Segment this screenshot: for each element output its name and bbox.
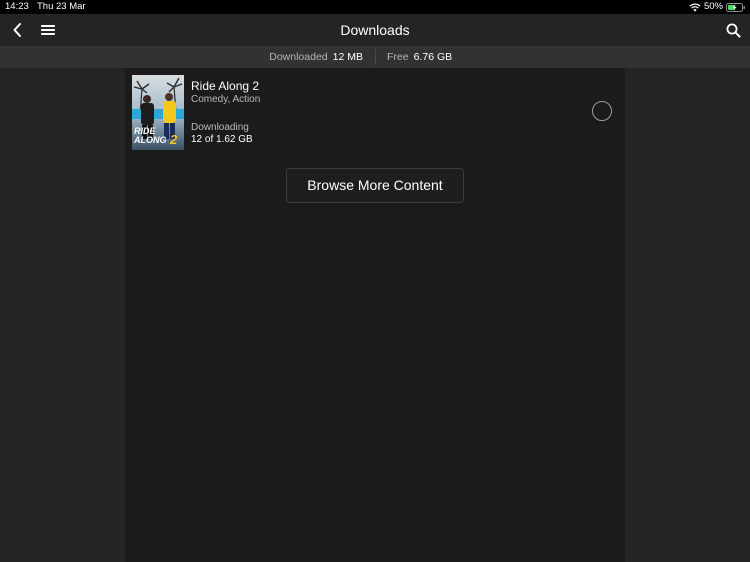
download-progress-text: 12 of 1.62 GB (191, 134, 253, 145)
svg-text:ALONG: ALONG (133, 135, 167, 145)
battery-charging-icon (726, 2, 746, 12)
status-bar: 14:23 Thu 23 Mar 50% (0, 0, 750, 14)
downloaded-value: 12 MB (332, 51, 363, 63)
svg-text:2: 2 (169, 132, 178, 147)
search-icon (726, 23, 741, 38)
select-circle-icon[interactable] (592, 101, 612, 121)
storage-divider (375, 49, 376, 65)
movie-title: Ride Along 2 (191, 79, 260, 93)
wifi-icon (689, 2, 701, 12)
downloaded-summary: Downloaded 12 MB (269, 46, 363, 68)
browse-more-content-button[interactable]: Browse More Content (286, 168, 464, 203)
status-date: Thu 23 Mar (37, 1, 86, 12)
status-indicators: 50% (689, 0, 746, 14)
free-value: 6.76 GB (413, 51, 453, 63)
status-time: 14:23 (5, 1, 29, 12)
download-status: Downloading (191, 122, 249, 133)
downloaded-label: Downloaded (269, 51, 328, 63)
downloads-list-panel: RIDE ALONG 2 Ride Along 2 Comedy, Action… (125, 68, 625, 562)
movie-poster: RIDE ALONG 2 (132, 75, 184, 150)
storage-summary-bar: Downloaded 12 MB Free 6.76 GB (0, 46, 750, 68)
nav-bar: Downloads (0, 14, 750, 46)
downloads-screen: 14:23 Thu 23 Mar 50% Downloads Downloade… (0, 0, 750, 562)
free-label: Free (387, 51, 409, 63)
free-summary: Free 6.76 GB (387, 46, 452, 68)
battery-percent: 50% (703, 1, 723, 12)
page-title: Downloads (340, 22, 410, 38)
search-button[interactable] (717, 14, 749, 46)
download-item[interactable]: RIDE ALONG 2 Ride Along 2 Comedy, Action… (125, 68, 625, 156)
movie-genres: Comedy, Action (191, 94, 261, 105)
